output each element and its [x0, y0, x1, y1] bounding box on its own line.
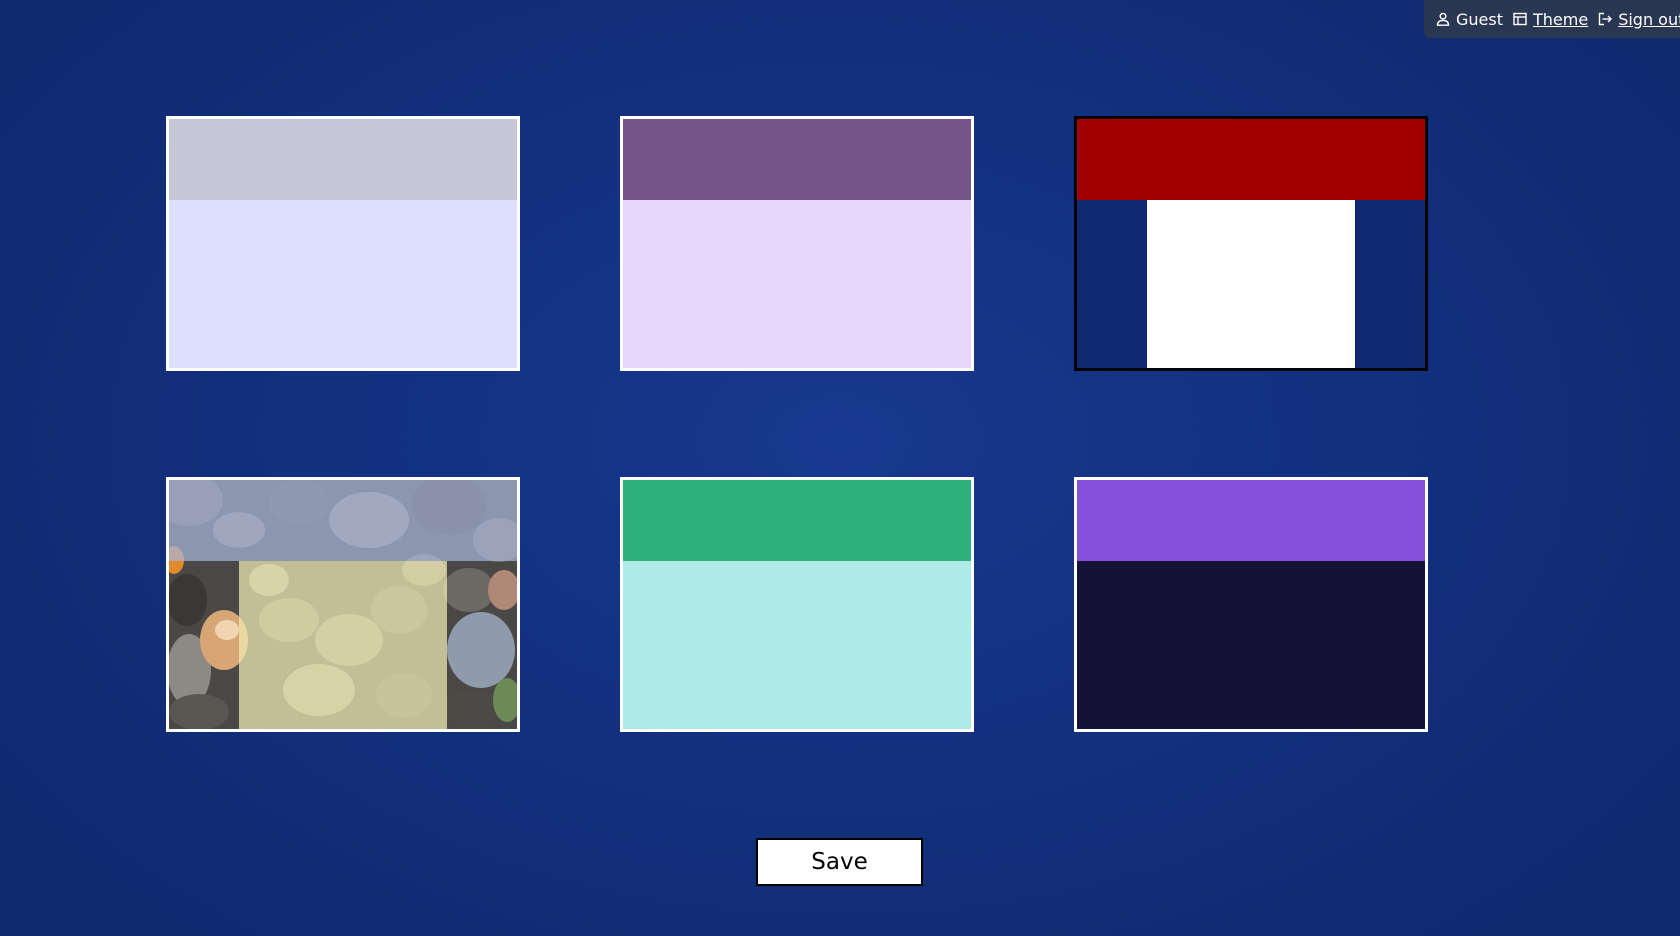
theme-header-swatch [623, 119, 971, 200]
theme-header-swatch [623, 480, 971, 561]
theme-body-swatch [169, 200, 517, 368]
user-name: Guest [1456, 9, 1503, 29]
theme-option-1[interactable] [166, 116, 520, 371]
sign-out-link[interactable]: Sign out [1618, 10, 1680, 29]
theme-option-6[interactable] [1074, 477, 1428, 732]
theme-option-3[interactable] [1074, 116, 1428, 371]
theme-header-swatch [1077, 119, 1425, 200]
sign-out-icon [1598, 11, 1613, 27]
theme-option-5[interactable] [620, 477, 974, 732]
theme-option-4[interactable] [166, 477, 520, 732]
user-icon [1436, 11, 1450, 27]
theme-option-2[interactable] [620, 116, 974, 371]
theme-header-swatch [169, 119, 517, 200]
save-button[interactable]: Save [756, 838, 923, 886]
theme-body-swatch [1077, 561, 1425, 729]
theme-panel-swatch [1147, 200, 1355, 368]
theme-body-swatch [623, 561, 971, 729]
theme-header-swatch [1077, 480, 1425, 561]
theme-header-swatch [169, 480, 517, 561]
theme-panel-swatch [239, 561, 447, 729]
layout-icon [1513, 11, 1527, 27]
theme-link[interactable]: Theme [1533, 10, 1588, 29]
theme-body-swatch [623, 200, 971, 368]
user-bar: Guest Theme Sign out [1424, 0, 1680, 38]
